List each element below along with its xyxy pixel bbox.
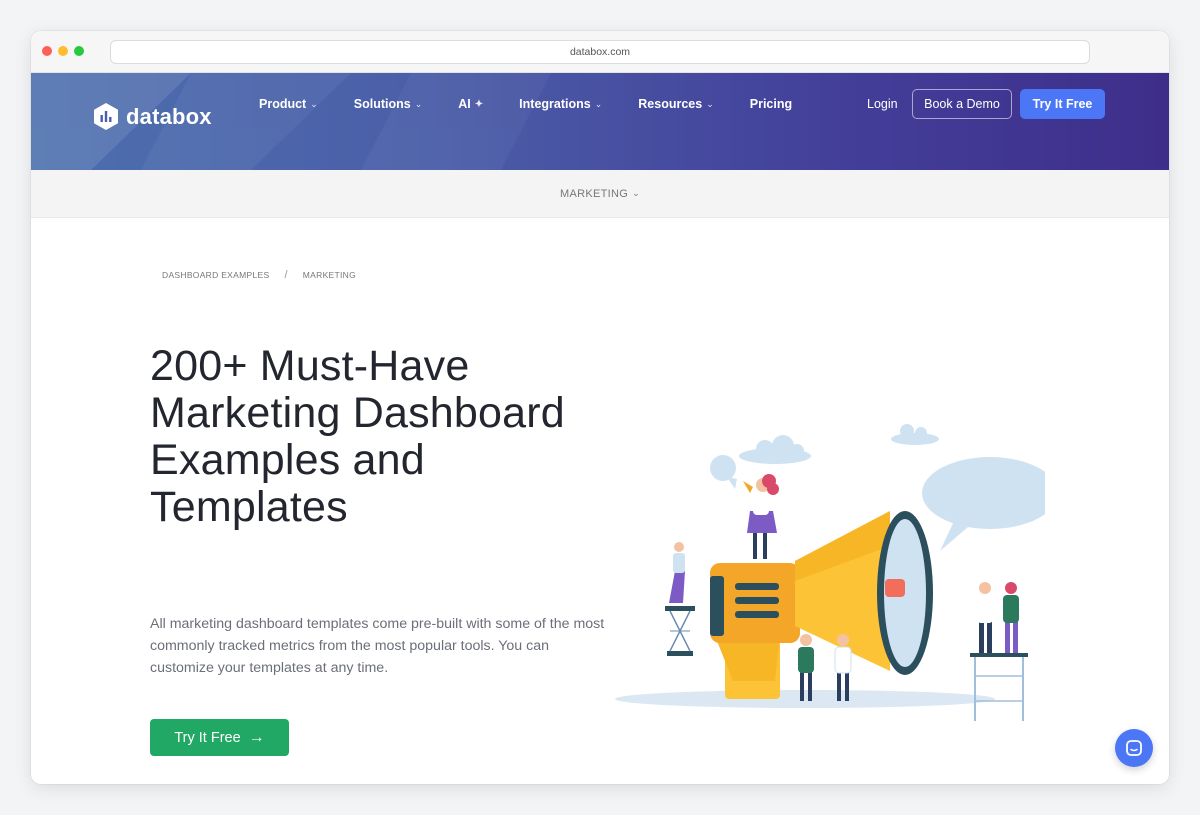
nav-item-label: Solutions <box>353 97 411 111</box>
maximize-window-button[interactable] <box>74 46 84 56</box>
nav-item-label: Product <box>259 97 307 111</box>
chevron-down-icon: ⌄ <box>310 98 318 109</box>
chevron-down-icon: ⌄ <box>706 98 714 109</box>
try-free-cta-button[interactable]: Try It Free → <box>150 719 289 756</box>
nav-item-integrations[interactable]: Integrations ⌄ <box>519 97 602 111</box>
speech-bubble-icon <box>710 455 737 489</box>
book-demo-button[interactable]: Book a Demo <box>912 89 1012 119</box>
arrow-right-icon: → <box>248 728 265 746</box>
nav-item-label: Resources <box>638 97 703 111</box>
cta-label: Try It Free <box>174 729 241 746</box>
chevron-down-icon: ⌄ <box>632 188 640 198</box>
breadcrumb-separator: / <box>284 269 288 281</box>
megaphone-icon <box>710 511 933 699</box>
person-on-lift-icon <box>665 542 695 656</box>
browser-chrome: databox.com <box>31 31 1169 73</box>
nav-item-label: Pricing <box>749 97 793 111</box>
browser-window: databox.com databox Product ⌄ Solutions <box>31 31 1169 784</box>
brand-name: databox <box>126 103 212 129</box>
nav-item-label: AI <box>458 97 471 111</box>
cloud-icon <box>891 424 939 445</box>
nav-item-ai[interactable]: AI ✦ <box>458 97 483 111</box>
speech-bubble-icon <box>922 457 1045 551</box>
hero-description: All marketing dashboard templates come p… <box>150 616 605 676</box>
chat-icon <box>1126 740 1142 756</box>
databox-logo-icon <box>94 103 118 130</box>
nav-item-product[interactable]: Product ⌄ <box>259 97 318 111</box>
breadcrumb: DASHBOARD EXAMPLES / MARKETING <box>162 269 356 281</box>
chevron-down-icon: ⌄ <box>594 98 603 109</box>
cloud-icon <box>739 435 811 464</box>
top-navigation: databox Product ⌄ Solutions ⌄ AI ✦ Integ… <box>31 73 1169 170</box>
breadcrumb-item-dashboard-examples[interactable]: DASHBOARD EXAMPLES <box>162 270 269 280</box>
nav-item-pricing[interactable]: Pricing <box>750 97 792 111</box>
ground-shadow <box>615 690 995 708</box>
close-window-button[interactable] <box>42 46 52 56</box>
person-with-megaphone-icon <box>743 474 779 559</box>
login-link[interactable]: Login <box>867 89 898 119</box>
live-chat-button[interactable] <box>1115 729 1153 767</box>
minimize-window-button[interactable] <box>58 46 68 56</box>
category-label: MARKETING <box>560 187 629 200</box>
sparkle-icon: ✦ <box>474 98 484 110</box>
category-dropdown[interactable]: MARKETING ⌄ <box>31 170 1169 218</box>
chevron-down-icon: ⌄ <box>414 98 423 109</box>
nav-item-label: Integrations <box>519 97 591 111</box>
nav-item-resources[interactable]: Resources ⌄ <box>638 97 713 111</box>
main-menu: Product ⌄ Solutions ⌄ AI ✦ Integrations … <box>259 73 828 135</box>
try-free-nav-button[interactable]: Try It Free <box>1020 89 1105 119</box>
databox-logo[interactable]: databox <box>94 103 212 130</box>
address-bar[interactable]: databox.com <box>110 40 1090 64</box>
page-title: 200+ Must-Have Marketing Dashboard Examp… <box>150 342 565 531</box>
breadcrumb-item-marketing[interactable]: MARKETING <box>303 270 356 280</box>
megaphone-illustration <box>615 424 1045 721</box>
nav-item-solutions[interactable]: Solutions ⌄ <box>354 97 423 111</box>
address-bar-url: databox.com <box>569 46 631 58</box>
